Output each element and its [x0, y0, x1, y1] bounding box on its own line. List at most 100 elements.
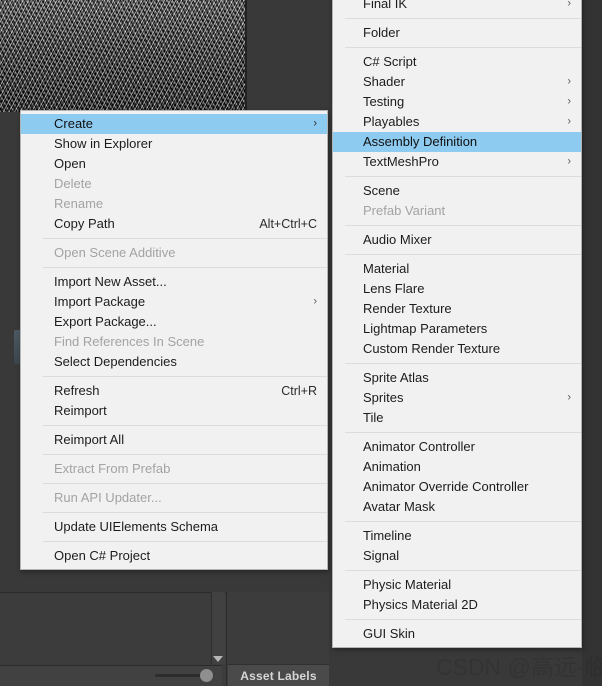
- create-submenu-item: Prefab Variant: [333, 201, 581, 221]
- create-submenu-item-label: Folder: [363, 25, 400, 40]
- context-menu-item-label: Refresh: [54, 383, 100, 398]
- create-submenu-item[interactable]: Animator Controller: [333, 437, 581, 457]
- create-submenu-item[interactable]: Physic Material: [333, 575, 581, 595]
- create-submenu-item[interactable]: Animation: [333, 457, 581, 477]
- create-submenu-item-label: Testing: [363, 94, 405, 109]
- asset-labels-bar[interactable]: Asset Labels: [228, 664, 329, 686]
- context-menu-item[interactable]: Create ›: [21, 114, 327, 134]
- create-submenu-item[interactable]: Tile: [333, 408, 581, 428]
- chevron-right-icon: ›: [567, 155, 571, 168]
- context-menu-item[interactable]: Open: [21, 154, 327, 174]
- create-submenu-item-label: C# Script: [363, 54, 417, 69]
- create-submenu-item[interactable]: Scene: [333, 181, 581, 201]
- context-menu-item-shortcut: Ctrl+R: [281, 384, 317, 398]
- create-submenu-item[interactable]: TextMeshPro ›: [333, 152, 581, 172]
- right-edge-background: [582, 0, 602, 686]
- context-menu-item: Open Scene Additive: [21, 243, 327, 263]
- context-menu-item-label: Reimport: [54, 403, 107, 418]
- context-menu-item[interactable]: Open C# Project: [21, 546, 327, 566]
- project-context-menu[interactable]: Create › Show in Explorer Open Delete Rename C…: [20, 110, 328, 570]
- create-submenu-item[interactable]: GUI Skin: [333, 624, 581, 644]
- create-submenu-item[interactable]: Testing ›: [333, 92, 581, 112]
- asset-thumbnail-rock-texture[interactable]: [0, 0, 245, 112]
- create-submenu-item[interactable]: Lens Flare: [333, 279, 581, 299]
- menu-separator: [43, 541, 327, 542]
- create-submenu-item[interactable]: Avatar Mask: [333, 497, 581, 517]
- create-submenu-item[interactable]: Assembly Definition: [333, 132, 581, 152]
- create-submenu-item[interactable]: C# Script: [333, 52, 581, 72]
- create-submenu-item-label: Lightmap Parameters: [363, 321, 488, 336]
- context-menu-item-label: Create: [54, 116, 94, 131]
- context-menu-item: Find References In Scene: [21, 332, 327, 352]
- context-menu-item[interactable]: Update UIElements Schema: [21, 517, 327, 537]
- create-submenu-item[interactable]: Timeline: [333, 526, 581, 546]
- create-submenu-item[interactable]: Signal: [333, 546, 581, 566]
- create-submenu-item[interactable]: Custom Render Texture: [333, 339, 581, 359]
- create-submenu-item[interactable]: Audio Mixer: [333, 230, 581, 250]
- menu-separator: [43, 454, 327, 455]
- create-submenu-item[interactable]: Playables ›: [333, 112, 581, 132]
- context-menu-item-label: Export Package...: [54, 314, 157, 329]
- create-submenu[interactable]: Final IK › Folder C# Script Shader › Testing › P…: [332, 0, 582, 648]
- context-menu-item-label: Run API Updater...: [54, 490, 162, 505]
- context-menu-item[interactable]: Show in Explorer: [21, 134, 327, 154]
- create-submenu-item[interactable]: Shader ›: [333, 72, 581, 92]
- create-submenu-item[interactable]: Material: [333, 259, 581, 279]
- create-submenu-item-label: Timeline: [363, 528, 412, 543]
- create-submenu-item-label: Physics Material 2D: [363, 597, 478, 612]
- create-submenu-item-label: Assembly Definition: [363, 134, 478, 149]
- context-menu-item[interactable]: Reimport All: [21, 430, 327, 450]
- create-submenu-item-label: Render Texture: [363, 301, 452, 316]
- create-submenu-item-label: Avatar Mask: [363, 499, 436, 514]
- context-menu-item: Extract From Prefab: [21, 459, 327, 479]
- create-submenu-item-label: Scene: [363, 183, 400, 198]
- chevron-right-icon: ›: [313, 117, 317, 130]
- create-submenu-item[interactable]: Folder: [333, 23, 581, 43]
- menu-separator: [345, 47, 581, 48]
- create-submenu-item-label: Final IK: [363, 0, 408, 11]
- context-menu-item-label: Select Dependencies: [54, 354, 177, 369]
- create-submenu-item[interactable]: Final IK ›: [333, 0, 581, 14]
- create-submenu-item[interactable]: Animator Override Controller: [333, 477, 581, 497]
- context-menu-item-label: Show in Explorer: [54, 136, 153, 151]
- chevron-right-icon: ›: [567, 75, 571, 88]
- scroll-down-arrow-icon[interactable]: [213, 656, 223, 662]
- context-menu-item: Delete: [21, 174, 327, 194]
- create-submenu-item-label: GUI Skin: [363, 626, 416, 641]
- panel-divider: [245, 0, 247, 112]
- context-menu-item-label: Open Scene Additive: [54, 245, 176, 260]
- context-menu-item-label: Import New Asset...: [54, 274, 167, 289]
- create-submenu-item[interactable]: Physics Material 2D: [333, 595, 581, 615]
- create-submenu-item-label: Shader: [363, 74, 405, 89]
- create-submenu-item[interactable]: Lightmap Parameters: [333, 319, 581, 339]
- context-menu-item-label: Extract From Prefab: [54, 461, 171, 476]
- create-submenu-item-label: Sprite Atlas: [363, 370, 429, 385]
- project-browser-vertical-scrollbar[interactable]: [211, 592, 225, 664]
- create-submenu-item-label: Signal: [363, 548, 400, 563]
- context-menu-item[interactable]: Refresh Ctrl+R: [21, 381, 327, 401]
- create-submenu-item[interactable]: Sprites ›: [333, 388, 581, 408]
- context-menu-item[interactable]: Import New Asset...: [21, 272, 327, 292]
- create-submenu-item-label: Animator Controller: [363, 439, 475, 454]
- menu-separator: [345, 254, 581, 255]
- context-menu-item[interactable]: Reimport: [21, 401, 327, 421]
- context-menu-item[interactable]: Copy Path Alt+Ctrl+C: [21, 214, 327, 234]
- create-submenu-item-label: Material: [363, 261, 410, 276]
- context-menu-item[interactable]: Import Package ›: [21, 292, 327, 312]
- context-menu-item-label: Delete: [54, 176, 92, 191]
- context-menu-item: Run API Updater...: [21, 488, 327, 508]
- thumbnail-zoom-slider-knob[interactable]: [200, 669, 213, 682]
- chevron-right-icon: ›: [567, 391, 571, 404]
- context-menu-item[interactable]: Select Dependencies: [21, 352, 327, 372]
- chevron-right-icon: ›: [567, 95, 571, 108]
- chevron-right-icon: ›: [313, 295, 317, 308]
- screen-root: Asset Labels Create › Show in Explorer Open…: [0, 0, 602, 686]
- context-menu-item[interactable]: Export Package...: [21, 312, 327, 332]
- menu-separator: [345, 570, 581, 571]
- context-menu-item-label: Import Package: [54, 294, 146, 309]
- context-menu-item-label: Open: [54, 156, 86, 171]
- menu-separator: [345, 619, 581, 620]
- create-submenu-item[interactable]: Render Texture: [333, 299, 581, 319]
- create-submenu-item-label: Audio Mixer: [363, 232, 432, 247]
- create-submenu-item[interactable]: Sprite Atlas: [333, 368, 581, 388]
